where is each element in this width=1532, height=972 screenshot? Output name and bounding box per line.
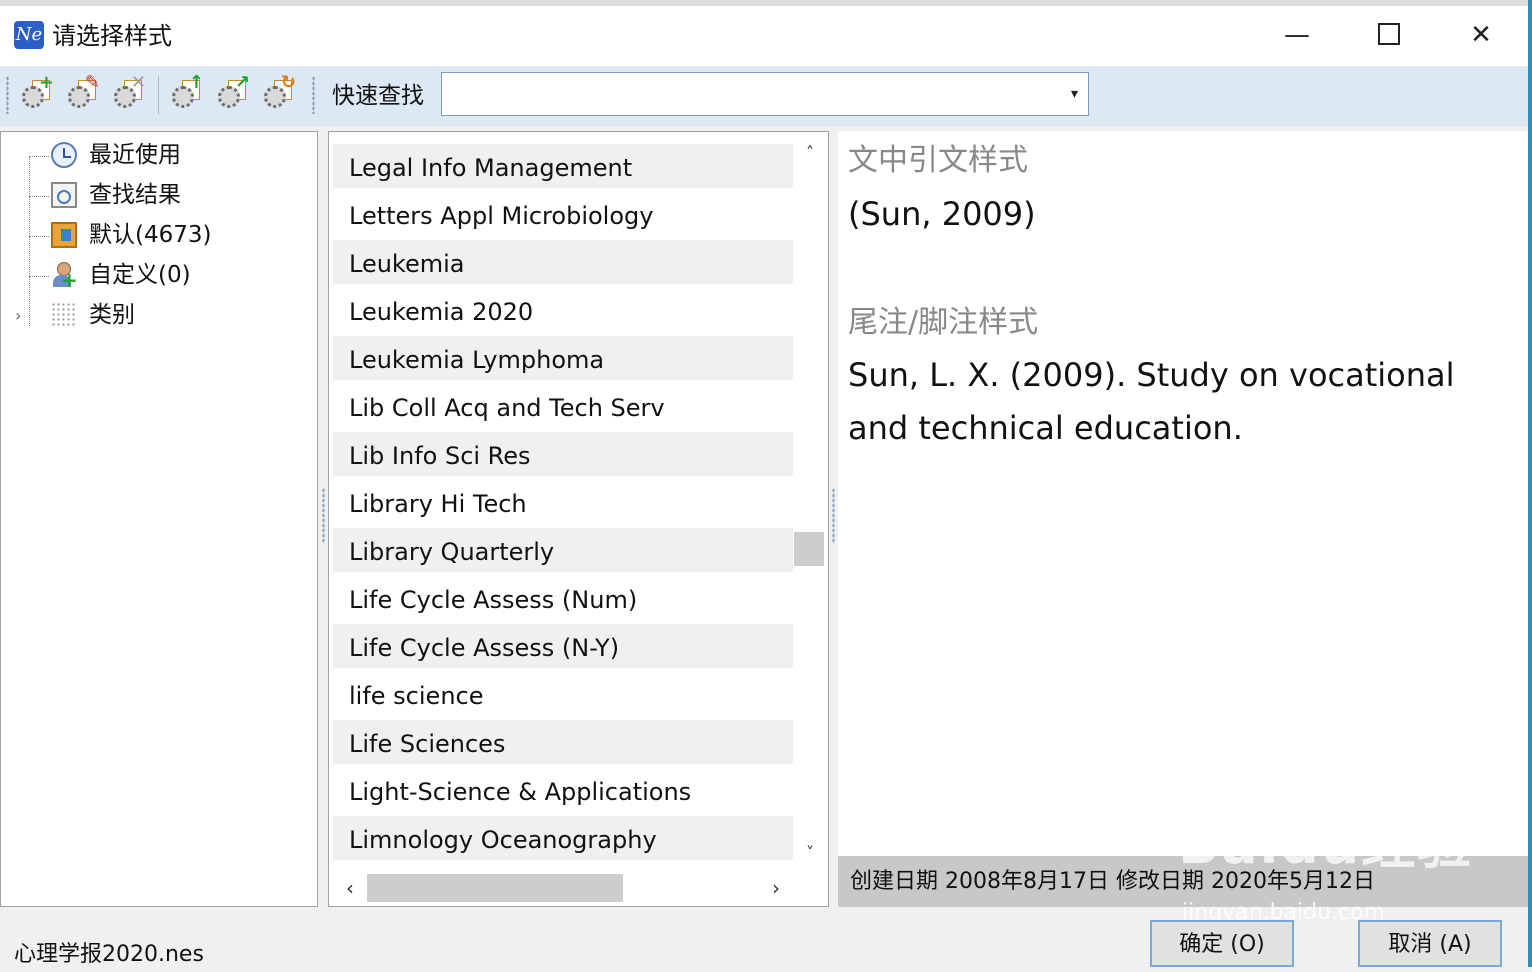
list-item[interactable]: Life Sciences [333, 720, 793, 768]
style-preview-pane: 文中引文样式 (Sun, 2009) 尾注/脚注样式 Sun, L. X. (2… [838, 131, 1528, 907]
maximize-icon [1378, 22, 1400, 45]
tree-connector [29, 276, 49, 277]
book-icon [51, 222, 77, 248]
quick-find-combobox[interactable]: ▾ [441, 72, 1089, 116]
chevron-down-icon[interactable]: ▾ [1071, 83, 1078, 105]
toolbar-grip[interactable] [312, 76, 315, 114]
style-category-tree: 最近使用 查找结果 默认(4673) 自定义(0) › 类别 [0, 131, 318, 907]
tree-connector [29, 196, 49, 197]
delete-style-button[interactable]: ✕ [112, 74, 146, 112]
list-item[interactable]: Legal Info Management [333, 144, 793, 192]
new-style-button[interactable]: + [20, 74, 54, 112]
watermark-logo: Baidu经验 [1178, 813, 1474, 876]
export-style-button[interactable]: ↗ [216, 74, 250, 112]
expand-arrow-icon[interactable]: › [15, 306, 21, 326]
cancel-button[interactable]: 取消 (A) [1358, 920, 1502, 967]
quick-find-input[interactable] [446, 77, 1050, 113]
window-edge [1528, 0, 1532, 967]
tree-connector [29, 156, 49, 157]
list-item[interactable]: life science [333, 672, 793, 720]
vertical-scrollbar[interactable]: ˄ ˅ [794, 132, 826, 870]
tree-item-label: 最近使用 [89, 142, 181, 168]
list-item[interactable]: Light-Science & Applications [333, 768, 793, 816]
import-style-button[interactable]: ↑ [170, 74, 204, 112]
horizontal-scroll-thumb[interactable] [367, 874, 623, 902]
minimize-button[interactable]: — [1252, 6, 1342, 64]
splitter-handle[interactable] [832, 488, 835, 544]
list-item[interactable]: Lib Coll Acq and Tech Serv [333, 384, 793, 432]
tree-item-label: 自定义(0) [89, 262, 191, 288]
style-list: Legal Info Management Letters Appl Microb… [333, 144, 793, 864]
horizontal-scrollbar[interactable]: ‹ › [329, 870, 828, 906]
style-list-panel: Legal Info Management Letters Appl Microb… [328, 131, 829, 907]
list-item[interactable]: Letters Appl Microbiology [333, 192, 793, 240]
list-item[interactable]: Leukemia [333, 240, 793, 288]
tree-item-label: 默认(4673) [89, 222, 212, 248]
scroll-down-icon[interactable]: ˅ [794, 838, 826, 868]
tree-item-label: 类别 [89, 302, 135, 328]
list-item[interactable]: Library Quarterly [333, 528, 793, 576]
scroll-right-icon[interactable]: › [761, 870, 791, 906]
tree-connector [29, 236, 49, 237]
grid-icon [51, 302, 77, 328]
search-results-icon [51, 182, 77, 208]
close-icon: ✕ [1470, 20, 1492, 50]
tree-item-recent[interactable]: 最近使用 [1, 136, 317, 176]
footnote-preview-text: Sun, L. X. (2009). Study on vocational a… [848, 356, 1455, 447]
clock-icon [51, 142, 77, 168]
citation-preview-text: (Sun, 2009) [848, 195, 1036, 233]
app-icon: Ne [14, 21, 44, 49]
window-title: 请选择样式 [52, 22, 172, 50]
toolbar-grip[interactable] [6, 76, 9, 114]
scroll-up-icon[interactable]: ˄ [794, 138, 826, 168]
list-item[interactable]: Leukemia 2020 [333, 288, 793, 336]
list-item[interactable]: Life Cycle Assess (N-Y) [333, 624, 793, 672]
ok-button[interactable]: 确定 (O) [1150, 920, 1294, 967]
close-button[interactable]: ✕ [1436, 6, 1526, 64]
list-item[interactable]: Life Cycle Assess (Num) [333, 576, 793, 624]
list-item[interactable]: Lib Info Sci Res [333, 432, 793, 480]
toolbar: + ✎ ✕ ↑ ↗ ↻ 快速查找 ▾ [0, 66, 1528, 126]
list-item[interactable]: Limnology Oceanography [333, 816, 793, 864]
citation-style-heading: 文中引文样式 [848, 143, 1028, 178]
scroll-left-icon[interactable]: ‹ [335, 870, 365, 906]
tree-item-categories[interactable]: › 类别 [1, 296, 317, 336]
vertical-scroll-thumb[interactable] [794, 532, 824, 566]
tree-item-default[interactable]: 默认(4673) [1, 216, 317, 256]
tree-item-search-results[interactable]: 查找结果 [1, 176, 317, 216]
toolbar-separator [158, 76, 159, 114]
splitter-handle[interactable] [322, 488, 325, 544]
list-item[interactable]: Library Hi Tech [333, 480, 793, 528]
quick-find-label: 快速查找 [332, 83, 424, 109]
maximize-button[interactable] [1344, 6, 1434, 64]
edit-style-button[interactable]: ✎ [66, 74, 100, 112]
footnote-style-heading: 尾注/脚注样式 [848, 305, 1039, 340]
tree-item-label: 查找结果 [89, 182, 181, 208]
minimize-icon: — [1284, 20, 1310, 50]
list-item[interactable]: Leukemia Lymphoma [333, 336, 793, 384]
user-add-icon [51, 262, 78, 290]
title-bar: Ne 请选择样式 — ✕ [0, 6, 1528, 66]
tree-item-custom[interactable]: 自定义(0) [1, 256, 317, 296]
update-style-button[interactable]: ↻ [262, 74, 296, 112]
